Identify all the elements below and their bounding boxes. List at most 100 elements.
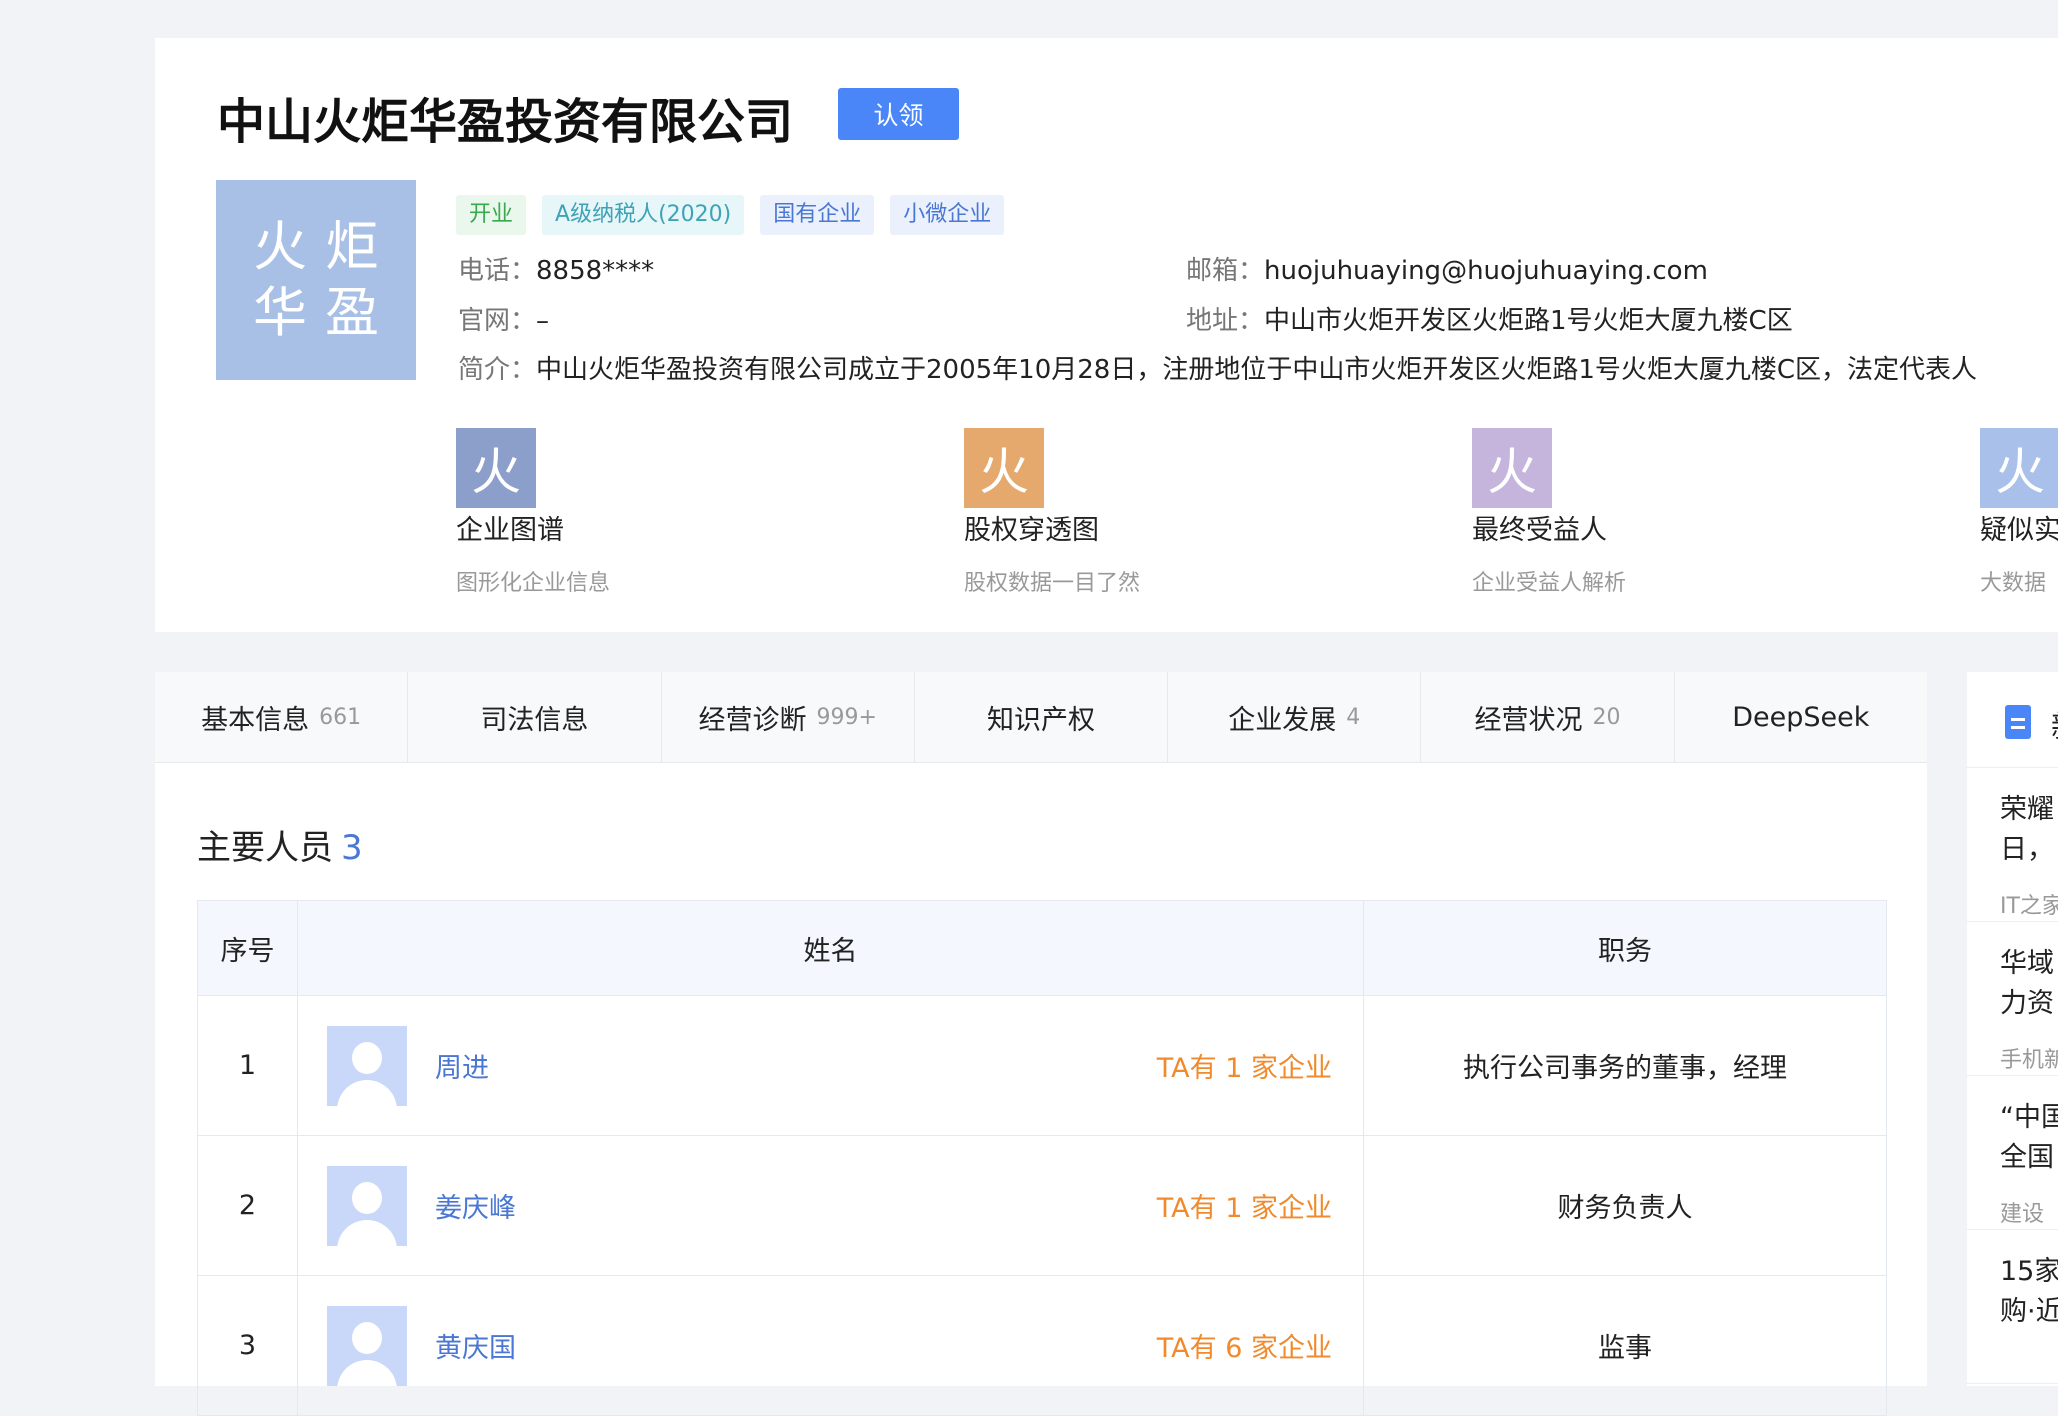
related-companies-link[interactable]: TA有 1 家企业: [1157, 1186, 1332, 1225]
avatar[interactable]: [327, 1165, 407, 1246]
equity-chart-icon: 火: [964, 428, 1044, 508]
feature-equity-chart[interactable]: 火 股权穿透图 股权数据一目了然: [964, 428, 1384, 597]
tab-operation-diagnosis[interactable]: 经营诊断 999+: [662, 672, 915, 762]
table-row: 2 姜庆峰 TA有 1 家企业 财务负责人: [197, 1135, 1887, 1276]
company-logo: 火炬 华盈: [216, 180, 416, 380]
status-tags: 开业 A级纳税人(2020) 国有企业 小微企业: [456, 195, 1005, 235]
tab-count: 999+: [816, 704, 877, 730]
company-name: 中山火炬华盈投资有限公司: [217, 94, 794, 150]
news-item[interactable]: 荣耀 日， IT之家: [1967, 768, 2058, 922]
feature-enterprise-graph[interactable]: 火 企业图谱 图形化企业信息: [456, 428, 876, 597]
news-item[interactable]: 15家 购·近: [1967, 1230, 2058, 1384]
tab-basic-info[interactable]: 基本信息 661: [155, 672, 409, 762]
header-index: 序号: [197, 900, 298, 996]
tab-judicial-info[interactable]: 司法信息: [408, 672, 662, 762]
email-label: 邮箱：: [1186, 256, 1265, 286]
person-name-link[interactable]: 姜庆峰: [435, 1186, 516, 1225]
news-source: 手机新: [2000, 1048, 2058, 1073]
phone-value[interactable]: 8858****: [536, 256, 654, 286]
tab-count: 20: [1592, 704, 1621, 730]
feature-desc: 企业受益人解析: [1472, 571, 1627, 596]
feature-desc: 股权数据一目了然: [964, 571, 1141, 596]
feature-beneficiary[interactable]: 火 最终受益人 企业受益人解析: [1472, 428, 1892, 597]
feature-name: 最终受益人: [1472, 515, 1607, 546]
header-position: 职务: [1363, 900, 1887, 996]
news-line: 15家: [2000, 1256, 2058, 1287]
feature-desc: 大数据: [1980, 571, 2047, 596]
small-business-badge: 小微企业: [890, 195, 1005, 235]
logo-line-1: 火炬: [253, 215, 397, 278]
news-item[interactable]: “中国 全国 建设: [1967, 1076, 2058, 1230]
tab-label: 经营状况: [1474, 704, 1583, 736]
row-index: 1: [197, 995, 298, 1136]
news-title: 新: [2051, 702, 2058, 746]
news-item[interactable]: 华域 力资 手机新: [1967, 922, 2058, 1076]
section-count: 3: [341, 828, 363, 868]
table-row: 3 黄庆国 TA有 6 家企业 监事: [197, 1275, 1887, 1416]
name-cell: 周进 TA有 1 家企业: [297, 995, 1364, 1136]
taxpayer-badge[interactable]: A级纳税人(2020): [542, 195, 745, 235]
address-value[interactable]: 中山市火炬开发区火炬路1号火炬大厦九楼C区: [1264, 306, 1793, 336]
news-header: 新: [1967, 672, 2058, 768]
enterprise-graph-icon: 火: [456, 428, 536, 508]
tab-count: 4: [1346, 704, 1361, 730]
person-name-link[interactable]: 黄庆国: [435, 1326, 516, 1365]
news-line: 华域: [2000, 948, 2054, 979]
tab-label: 基本信息: [201, 704, 310, 736]
email-value[interactable]: huojuhuaying@huojuhuaying.com: [1264, 256, 1708, 286]
tab-operation-status[interactable]: 经营状况 20: [1421, 672, 1675, 762]
key-people-table: 序号 姓名 职务 1 周进 TA有 1 家企业 执行公司事务的董事，经理 2 姜…: [197, 900, 1887, 1416]
document-icon: [2005, 705, 2031, 739]
table-header-row: 序号 姓名 职务: [197, 900, 1887, 996]
feature-suspected[interactable]: 火 疑似实 大数据: [1980, 428, 2058, 597]
name-cell: 黄庆国 TA有 6 家企业: [297, 1275, 1364, 1416]
tab-label: DeepSeek: [1732, 701, 1870, 733]
claim-button[interactable]: 认领: [838, 88, 959, 140]
status-badge: 开业: [456, 195, 527, 235]
table-row: 1 周进 TA有 1 家企业 执行公司事务的董事，经理: [197, 995, 1887, 1136]
section-title-text: 主要人员: [197, 828, 333, 868]
row-position: 财务负责人: [1363, 1135, 1887, 1276]
header-name: 姓名: [297, 900, 1364, 996]
phone-label: 电话：: [458, 256, 537, 286]
related-companies-link[interactable]: TA有 6 家企业: [1157, 1326, 1332, 1365]
tab-intellectual-property[interactable]: 知识产权: [915, 672, 1169, 762]
news-side-card: 新 荣耀 日， IT之家 华域 力资 手机新 “中国 全国 建设 15家 购·近: [1967, 672, 2058, 1386]
avatar[interactable]: [327, 1305, 407, 1386]
suspected-controller-icon: 火: [1980, 428, 2058, 508]
tab-count: 661: [319, 704, 362, 730]
website-row: 官网：–: [458, 300, 549, 337]
row-index: 3: [197, 1275, 298, 1416]
related-companies-link[interactable]: TA有 1 家企业: [1157, 1046, 1332, 1085]
beneficiary-icon: 火: [1472, 428, 1552, 508]
company-header-card: 中山火炬华盈投资有限公司 认领 火炬 华盈 开业 A级纳税人(2020) 国有企…: [155, 38, 2058, 632]
section-tabs: 基本信息 661 司法信息 经营诊断 999+ 知识产权 企业发展 4 经营状况 20 …: [155, 672, 1927, 763]
address-row: 地址：中山市火炬开发区火炬路1号火炬大厦九楼C区: [1186, 300, 1793, 337]
news-line: 力资: [2000, 988, 2054, 1019]
news-line: 日，: [2000, 834, 2054, 865]
news-line: “中国: [2000, 1102, 2058, 1133]
news-source: IT之家: [2000, 894, 2058, 919]
row-index: 2: [197, 1135, 298, 1276]
tab-label: 司法信息: [480, 704, 589, 736]
person-name-link[interactable]: 周进: [435, 1046, 489, 1085]
main-content-card: 基本信息 661 司法信息 经营诊断 999+ 知识产权 企业发展 4 经营状况 20 …: [155, 672, 1927, 1416]
avatar[interactable]: [327, 1025, 407, 1106]
feature-name: 股权穿透图: [964, 515, 1099, 546]
tab-label: 经营诊断: [698, 704, 807, 736]
feature-name: 企业图谱: [456, 515, 564, 546]
email-row: 邮箱：huojuhuaying@huojuhuaying.com: [1186, 250, 1708, 287]
tab-label: 企业发展: [1228, 704, 1337, 736]
logo-line-2: 华盈: [253, 281, 397, 344]
news-line: 荣耀: [2000, 794, 2054, 825]
tab-enterprise-development[interactable]: 企业发展 4: [1168, 672, 1422, 762]
intro-row: 简介：中山火炬华盈投资有限公司成立于2005年10月28日，注册地位于中山市火炬…: [458, 349, 1977, 386]
name-cell: 姜庆峰 TA有 1 家企业: [297, 1135, 1364, 1276]
website-value: –: [536, 306, 550, 336]
news-line: 购·近: [2000, 1296, 2058, 1327]
tab-deepseek[interactable]: DeepSeek: [1675, 672, 1927, 762]
state-owned-badge: 国有企业: [760, 195, 875, 235]
key-people-title: 主要人员 3: [197, 820, 363, 869]
website-label: 官网：: [458, 306, 537, 336]
row-position: 执行公司事务的董事，经理: [1363, 995, 1887, 1136]
